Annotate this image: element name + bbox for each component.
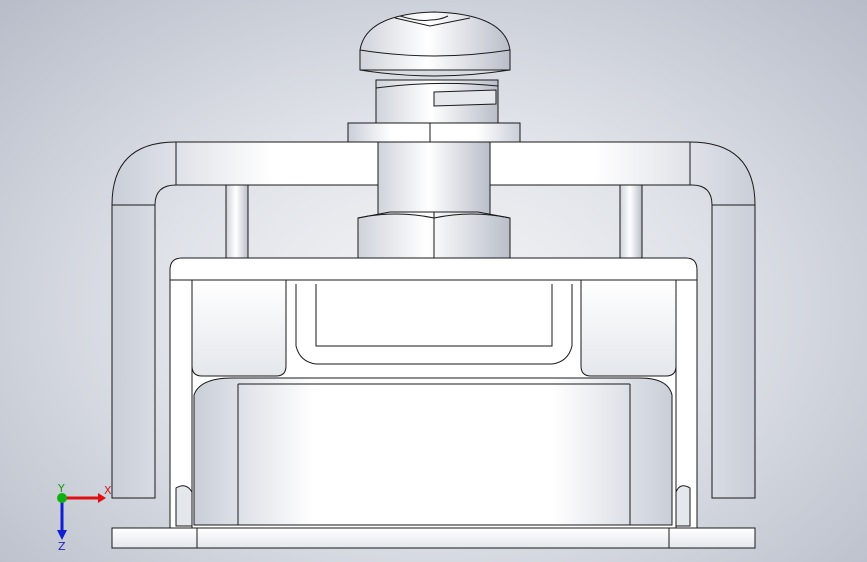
screw-thread[interactable] [375, 79, 499, 124]
x-axis-label: X [104, 484, 112, 497]
relay-body[interactable] [169, 257, 698, 529]
screw-head[interactable] [359, 11, 511, 77]
cad-viewport[interactable]: X Y Z [0, 0, 867, 562]
washer[interactable] [347, 122, 521, 143]
nut[interactable] [357, 211, 511, 259]
axis-triad: X Y Z [57, 482, 112, 552]
cad-model-front-view[interactable] [0, 0, 867, 562]
y-axis-label: Y [57, 482, 65, 495]
z-axis-label: Z [58, 540, 66, 552]
z-axis-arrowhead [57, 530, 67, 540]
base-plate[interactable] [111, 527, 756, 549]
